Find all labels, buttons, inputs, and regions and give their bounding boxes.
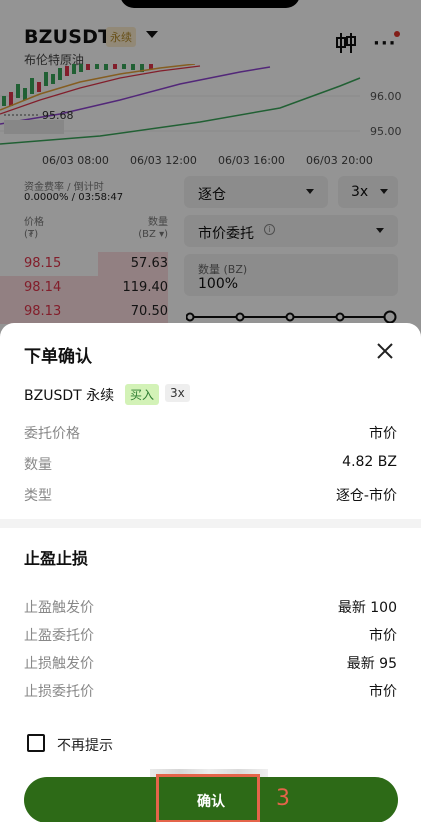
- close-icon[interactable]: [374, 340, 396, 362]
- tpsl-title: 止盈止损: [24, 549, 89, 568]
- sl-order-label: 止损委托价: [24, 684, 94, 700]
- sl-trigger-label: 止损触发价: [24, 656, 94, 672]
- quantity-value: 4.82 BZ: [342, 454, 397, 470]
- quantity-label: 数量: [24, 457, 52, 473]
- type-value: 逐仓-市价: [335, 488, 397, 504]
- contract-name: BZUSDT 永续: [24, 388, 115, 404]
- highlight-box: [156, 774, 260, 822]
- order-price-value: 市价: [369, 426, 397, 442]
- sl-order-value: 市价: [369, 684, 397, 700]
- order-confirm-sheet: 下单确认 BZUSDT 永续 买入 3x 委托价格 市价 数量 4.82 BZ …: [0, 323, 421, 822]
- side-badge: 买入: [125, 384, 160, 405]
- dont-show-again-label[interactable]: 不再提示: [57, 735, 113, 755]
- order-price-label: 委托价格: [24, 426, 80, 442]
- tp-order-value: 市价: [369, 628, 397, 644]
- dont-show-again-checkbox[interactable]: [27, 734, 45, 752]
- step-number: 3: [276, 786, 290, 811]
- tp-trigger-value: 最新 100: [337, 600, 397, 616]
- type-label: 类型: [24, 488, 52, 504]
- sl-trigger-value: 最新 95: [346, 656, 397, 672]
- sheet-title: 下单确认: [24, 347, 92, 367]
- section-divider: [0, 519, 421, 528]
- tp-trigger-label: 止盈触发价: [24, 600, 94, 616]
- tp-order-label: 止盈委托价: [24, 628, 94, 644]
- leverage-badge: 3x: [165, 384, 190, 402]
